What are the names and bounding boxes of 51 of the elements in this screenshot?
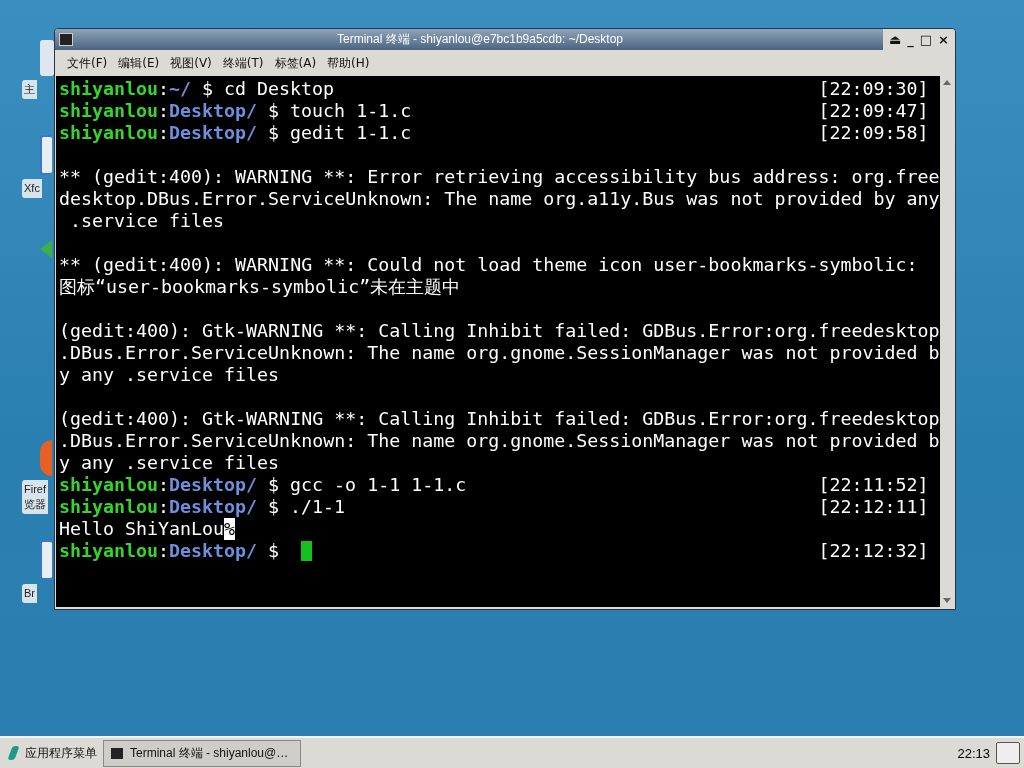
output-line: .service files <box>69 210 225 232</box>
output-line: ** (gedit:400): WARNING **: Error retrieving accessibility bus address: org.free <box>59 166 940 188</box>
output-line: desktop.DBus.Error.ServiceUnknown: The name org.a11y.Bus was not provided by any <box>59 188 940 210</box>
menu-item[interactable]: 编辑(E) <box>118 54 160 72</box>
menu-item[interactable]: 帮助(H) <box>327 54 370 72</box>
output-line: y any .service files <box>59 452 280 474</box>
output-line: .DBus.Error.ServiceUnknown: The name org.gnome.SessionManager was not provided b <box>59 430 940 452</box>
minimize-button[interactable]: _ <box>904 32 917 47</box>
window-title: Terminal 终端 - shiyanlou@e7bc1b9a5cdb: ~/Desktop <box>336 31 624 48</box>
command-line: shiyanlou:~/ $ cd Desktop <box>59 78 335 100</box>
output-line: 图标“user-bookmarks-symbolic”未在主题中 <box>59 276 461 298</box>
terminal-icon <box>59 33 73 46</box>
clock: 22:13 <box>957 745 990 761</box>
output-line: ** (gedit:400): WARNING **: Could not load theme icon user-bookmarks-symbolic: <box>59 254 918 276</box>
maximize-button[interactable]: □ <box>916 32 936 47</box>
command-line: shiyanlou:Desktop/ $ gedit 1-1.c <box>59 122 412 144</box>
menu-item[interactable]: 文件(F) <box>67 54 108 72</box>
command-line: shiyanlou:Desktop/ $ gcc -o 1-1 1-1.c <box>59 474 467 496</box>
command-line: shiyanlou:Desktop/ $ <box>59 540 281 562</box>
desktop-icon-label[interactable]: Br <box>22 584 37 603</box>
scroll-down-arrow-icon[interactable] <box>942 598 951 603</box>
terminal-icon <box>110 746 124 760</box>
output-line: .DBus.Error.ServiceUnknown: The name org.gnome.SessionManager was not provided b <box>59 342 940 364</box>
command-line: shiyanlou:Desktop/ $ ./1-1 <box>59 496 346 518</box>
taskbar-window-button[interactable]: Terminal 终端 - shiyanlou@… <box>103 739 301 767</box>
desktop-icon-label[interactable]: Firef 览器 <box>22 480 48 514</box>
scroll-up-arrow-icon[interactable] <box>942 80 951 85</box>
timestamp: [22:09:58] <box>818 122 929 144</box>
output-line: (gedit:400): Gtk-WARNING **: Calling Inhibit failed: GDBus.Error:org.freedesktop <box>59 320 940 342</box>
menu-item[interactable]: 标签(A) <box>274 54 317 72</box>
timestamp: [22:09:47] <box>818 100 929 122</box>
keyboard-icon[interactable] <box>996 742 1020 764</box>
end-mark: % <box>224 518 236 540</box>
app-logo-icon <box>7 746 20 760</box>
desktop-icon-label[interactable]: 主 <box>22 80 37 99</box>
timestamp: [22:12:32] <box>818 540 929 562</box>
timestamp: [22:12:11] <box>818 496 929 518</box>
command-line: shiyanlou:Desktop/ $ touch 1-1.c <box>59 100 412 122</box>
timestamp: [22:09:30] <box>818 78 929 100</box>
desktop-icon[interactable] <box>40 540 52 580</box>
output-line: (gedit:400): Gtk-WARNING **: Calling Inhibit failed: GDBus.Error:org.freedesktop <box>59 408 940 430</box>
timestamp: [22:11:52] <box>818 474 929 496</box>
menu-item[interactable]: 终端(T) <box>222 54 264 72</box>
desktop-icon-label[interactable]: Xfc <box>22 179 42 198</box>
eject-button[interactable]: ⏏ <box>886 32 905 47</box>
output-line: y any .service files <box>59 364 280 386</box>
scrollbar[interactable] <box>939 76 954 607</box>
close-button[interactable]: × <box>935 32 952 47</box>
menu-item[interactable]: 视图(V) <box>170 54 212 72</box>
applications-menu-button[interactable]: 应用程序菜单 <box>4 740 103 766</box>
desktop-icon[interactable] <box>40 135 52 175</box>
